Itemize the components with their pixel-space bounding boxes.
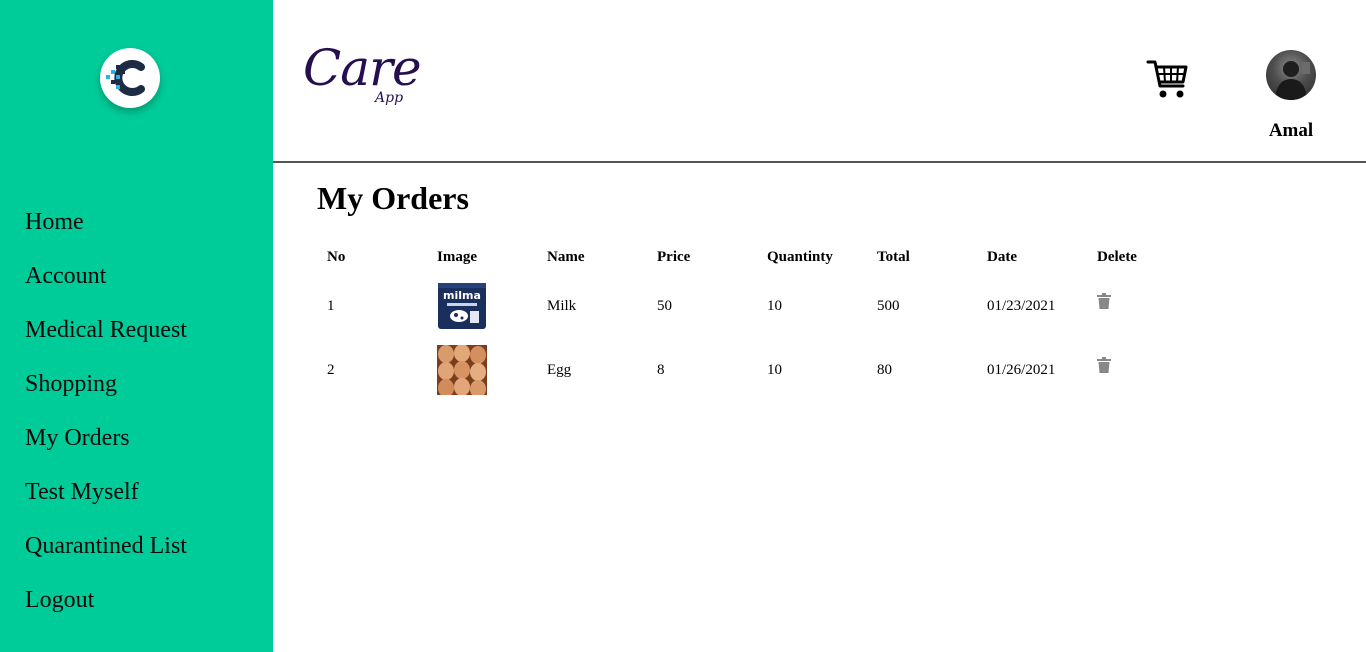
orders-table: No Image Name Price Quantinty Total Date… [317, 240, 1197, 402]
column-header-name: Name [547, 248, 585, 265]
cell-no: 1 [327, 297, 335, 314]
sidebar-item-home[interactable]: Home [25, 204, 187, 258]
column-header-delete: Delete [1097, 248, 1137, 265]
cell-name: Milk [547, 297, 577, 314]
column-header-quantity: Quantinty [767, 248, 833, 265]
column-header-total: Total [877, 248, 910, 265]
sidebar-item-shopping[interactable]: Shopping [25, 366, 187, 420]
cell-name: Egg [547, 361, 572, 378]
milk-packet-image: milma [438, 283, 486, 329]
cell-quantity: 10 [767, 297, 782, 314]
cell-delete [1087, 274, 1197, 338]
cell-price: 8 [657, 361, 665, 378]
cell-total: 80 [877, 361, 892, 378]
table-header-row: No Image Name Price Quantinty Total Date… [317, 240, 1197, 274]
cell-price: 50 [657, 297, 672, 314]
page-title: My Orders [317, 180, 469, 216]
column-header-date: Date [987, 248, 1017, 265]
cell-date: 01/26/2021 [987, 361, 1056, 378]
sidebar-item-account[interactable]: Account [25, 258, 187, 312]
brand-sub-text: App [375, 90, 404, 106]
avatar[interactable] [1266, 50, 1316, 100]
brand-main-text: Care [303, 39, 422, 97]
header: Care App Amal [273, 0, 1366, 163]
column-header-price: Price [657, 248, 691, 265]
cell-delete [1087, 338, 1197, 402]
trash-icon[interactable] [1097, 357, 1111, 374]
sidebar-nav: Home Account Medical Request Shopping My… [25, 204, 187, 636]
cell-date: 01/23/2021 [987, 297, 1056, 314]
username: Amal [1268, 120, 1314, 141]
table-row: 2 Egg 8 10 80 01/26/2021 [317, 338, 1197, 402]
cell-total: 500 [877, 297, 900, 314]
cell-quantity: 10 [767, 361, 782, 378]
sidebar-item-my-orders[interactable]: My Orders [25, 420, 187, 474]
cell-no: 2 [327, 361, 335, 378]
sidebar-item-quarantined-list[interactable]: Quarantined List [25, 528, 187, 582]
column-header-image: Image [437, 248, 477, 265]
table-row: 1 milma Milk 50 10 500 01/23/2021 [317, 274, 1197, 338]
sidebar-item-test-myself[interactable]: Test Myself [25, 474, 187, 528]
sidebar-item-logout[interactable]: Logout [25, 582, 187, 636]
app-logo-icon[interactable] [100, 48, 160, 108]
trash-icon[interactable] [1097, 293, 1111, 310]
cell-image: milma [427, 274, 537, 338]
column-header-no: No [327, 248, 346, 265]
sidebar: Home Account Medical Request Shopping My… [0, 0, 273, 652]
eggs-image [437, 345, 487, 395]
shopping-cart-icon[interactable] [1146, 58, 1190, 100]
sidebar-item-medical-request[interactable]: Medical Request [25, 312, 187, 366]
cell-image [427, 338, 537, 402]
svg-text:milma: milma [443, 289, 481, 302]
